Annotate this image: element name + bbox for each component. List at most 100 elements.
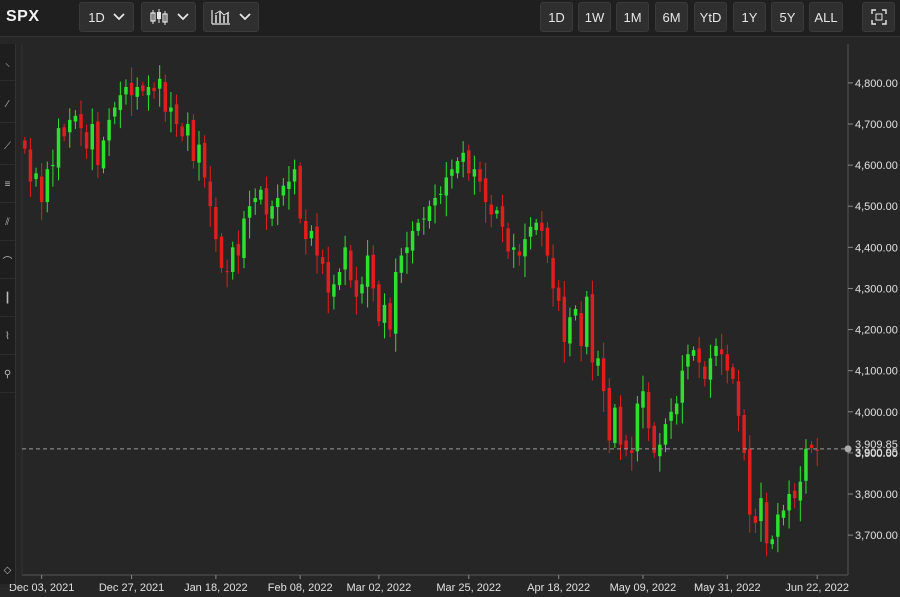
- candle-body: [719, 349, 724, 355]
- candle-body: [742, 415, 746, 453]
- candle-body: [169, 107, 173, 112]
- candle-body: [601, 358, 606, 392]
- candle-body: [371, 254, 375, 289]
- chart-toolbar: SPX 1D 1D 1W 1M 6M YtD 1Y 5Y ALL: [0, 0, 900, 37]
- candle-body: [56, 128, 61, 168]
- fib-tool-icon[interactable]: ≡: [0, 166, 15, 203]
- note-tool-icon[interactable]: ⚲: [0, 356, 15, 393]
- x-tick-label: Dec 03, 2021: [9, 582, 74, 594]
- chart-type-dropdown[interactable]: [141, 2, 196, 32]
- chevron-down-icon: [113, 13, 125, 21]
- range-all-button[interactable]: ALL: [809, 2, 843, 32]
- candle-body: [483, 178, 488, 203]
- interval-label: 1D: [88, 9, 105, 25]
- fullscreen-button[interactable]: [862, 2, 895, 32]
- y-tick-label: 4,700.00: [855, 119, 898, 131]
- candle-body: [585, 296, 589, 347]
- candle-body: [124, 87, 128, 95]
- candle-body: [815, 449, 819, 451]
- candle-body: [34, 173, 38, 180]
- candle-body: [337, 272, 342, 286]
- candle-body: [759, 498, 763, 522]
- candle-body: [455, 161, 460, 174]
- candle-body: [45, 169, 50, 203]
- candle-body: [107, 119, 111, 141]
- candle-body: [500, 206, 505, 227]
- range-6m-button[interactable]: 6M: [655, 2, 688, 32]
- range-1d-button[interactable]: 1D: [540, 2, 573, 32]
- pattern-tool-icon[interactable]: ⌇: [0, 318, 15, 355]
- candle-body: [787, 494, 791, 511]
- candle-body: [506, 228, 510, 252]
- pin-tool-icon[interactable]: ⸜: [0, 44, 15, 81]
- candle-body: [253, 198, 257, 203]
- candle-body: [112, 107, 117, 117]
- candle-body: [292, 169, 297, 182]
- line-tool-icon[interactable]: ∕: [0, 86, 15, 123]
- last-price-dot: [844, 445, 852, 453]
- candle-body: [197, 144, 201, 163]
- range-ytd-button[interactable]: YtD: [694, 2, 727, 32]
- candle-body: [770, 539, 774, 545]
- candle-body: [349, 250, 353, 281]
- candle-body: [523, 239, 527, 257]
- y-tick-label: 4,300.00: [855, 283, 898, 295]
- candle-body: [365, 255, 370, 287]
- candle-body: [315, 226, 319, 256]
- price-chart[interactable]: 3,700.003,800.003,900.004,000.004,100.00…: [0, 0, 900, 597]
- indicators-dropdown[interactable]: [203, 2, 259, 32]
- candle-body: [118, 95, 123, 111]
- candle-body: [495, 210, 499, 214]
- candle-body: [309, 230, 314, 239]
- candle-body: [399, 255, 404, 273]
- candle-body: [641, 391, 645, 408]
- trend-tool-icon[interactable]: ⟋: [0, 128, 15, 165]
- candle-body: [438, 193, 443, 195]
- candle-body: [101, 140, 106, 169]
- candle-body: [96, 121, 100, 166]
- candle-body: [242, 218, 246, 259]
- candle-body: [472, 169, 477, 177]
- candle-body: [304, 221, 308, 240]
- collapse-icon[interactable]: ◇: [0, 552, 15, 589]
- candle-body: [382, 304, 387, 323]
- candle-body: [163, 82, 168, 112]
- candle-body: [135, 87, 139, 97]
- candle-body: [51, 165, 55, 167]
- candle-body: [377, 284, 381, 322]
- x-tick-label: Mar 02, 2022: [346, 582, 411, 594]
- interval-dropdown[interactable]: 1D: [79, 2, 134, 32]
- candle-body: [528, 226, 533, 237]
- range-5y-button[interactable]: 5Y: [771, 2, 804, 32]
- candle-body: [343, 247, 347, 270]
- candle-body: [281, 185, 286, 196]
- range-1w-button[interactable]: 1W: [578, 2, 611, 32]
- candle-body: [607, 387, 612, 441]
- candle-body: [298, 165, 302, 219]
- x-tick-label: May 09, 2022: [610, 582, 677, 594]
- candle-body: [534, 222, 538, 231]
- candle-body: [28, 149, 33, 182]
- candle-body: [596, 358, 600, 366]
- candle-body: [798, 481, 803, 501]
- candle-body: [579, 313, 583, 346]
- x-tick-label: Dec 27, 2021: [99, 582, 164, 594]
- candle-body: [764, 502, 769, 544]
- drawing-toolbar: ⸜ ∕ ⟋ ≡ ⫽ ⌒ ┃ ⌇ ⚲ ◇: [0, 44, 16, 589]
- channel-tool-icon[interactable]: ⫽: [0, 204, 15, 241]
- candle-body: [731, 367, 735, 379]
- candle-body: [427, 206, 432, 222]
- candle-body: [804, 448, 808, 481]
- y-axis: 3,700.003,800.003,900.004,000.004,100.00…: [848, 78, 898, 542]
- y-tick-label: 4,600.00: [855, 160, 898, 172]
- candle-body: [568, 317, 572, 344]
- candle-body: [270, 206, 274, 219]
- candle-body: [141, 85, 145, 92]
- range-1m-button[interactable]: 1M: [616, 2, 649, 32]
- candle-body: [388, 303, 392, 330]
- y-tick-label: 3,800.00: [855, 489, 898, 501]
- arc-tool-icon[interactable]: ⌒: [0, 242, 15, 279]
- ruler-tool-icon[interactable]: ┃: [0, 280, 15, 317]
- x-tick-label: Apr 18, 2022: [527, 582, 590, 594]
- range-1y-button[interactable]: 1Y: [733, 2, 766, 32]
